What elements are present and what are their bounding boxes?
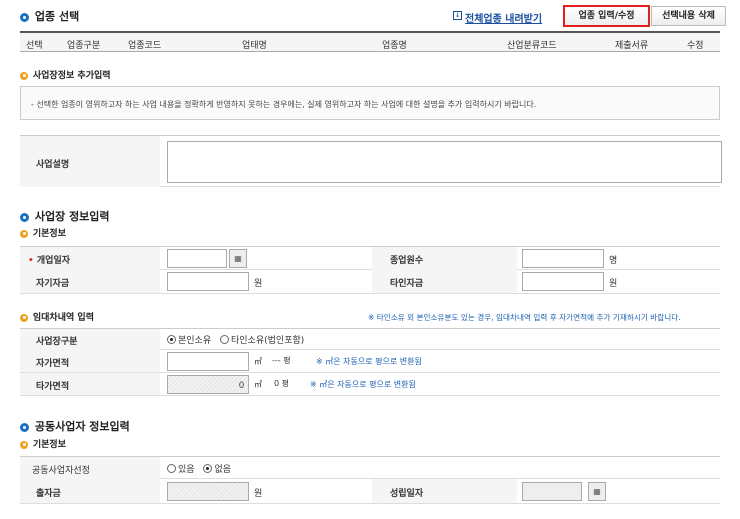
col-industry-code: 업종코드 <box>128 41 162 51</box>
radio-yes[interactable] <box>167 464 176 473</box>
joint-basic-title: 기본정보 <box>32 440 66 450</box>
subsection-bullet-icon <box>20 313 28 322</box>
other-area-label: 타가면적 <box>36 382 70 392</box>
established-date-label: 성립일자 <box>390 489 424 499</box>
own-area-input[interactable] <box>167 352 249 371</box>
other-funds-label: 타인자금 <box>390 279 424 289</box>
additional-title: 사업장정보 추가입력 <box>32 71 111 81</box>
investment-label: 출자금 <box>36 489 61 499</box>
industry-edit-button[interactable]: 업종 입력/수정 <box>563 5 650 27</box>
business-basic-title: 기본정보 <box>32 229 66 239</box>
own-area-row: 자가면적 ㎡ --- 평 ※ ㎡은 자동으로 평으로 변환됨 <box>20 350 720 373</box>
open-date-input[interactable] <box>167 249 227 268</box>
joint-radio-group: 있음 없음 <box>167 462 237 475</box>
radio-no[interactable] <box>203 464 213 473</box>
joint-select-label: 공동사업자선정 <box>32 466 90 476</box>
business-type-radio-group: 본인소유 타인소유(법인포함) <box>167 333 310 346</box>
col-business-type: 업태명 <box>242 41 267 51</box>
business-section-header: 사업장 정보입력 <box>20 208 110 224</box>
own-area-unit: ㎡ <box>254 357 262 366</box>
section-bullet-icon <box>20 213 29 222</box>
calendar-icon[interactable]: ▦ <box>229 249 247 268</box>
calendar-icon[interactable]: ▦ <box>588 482 606 501</box>
business-description-label: 사업설명 <box>36 160 70 170</box>
section-bullet-icon <box>20 13 29 22</box>
col-classification-code: 산업분류코드 <box>507 41 557 51</box>
section-bullet-icon <box>20 423 29 432</box>
joint-basic-header: 기본정보 <box>20 437 66 450</box>
business-type-row: 사업장구분 본인소유 타인소유(법인포함) <box>20 328 720 350</box>
additional-note: - 선택한 업종이 영위하고자 하는 사업 내용을 정확하게 반영하지 못하는 … <box>20 86 720 120</box>
lease-hint: ※ 타인소유 외 본인소유분도 있는 경우, 임대차내역 입력 후 자가면적에 … <box>368 313 681 322</box>
joint-title: 공동사업자 정보입력 <box>34 420 130 433</box>
investment-unit: 원 <box>254 489 263 499</box>
business-description-row: 사업설명 <box>20 135 722 187</box>
joint-select-row: 공동사업자선정 있음 없음 <box>20 456 720 479</box>
own-funds-unit: 원 <box>254 279 263 289</box>
other-area-unit: ㎡ <box>254 380 262 389</box>
col-select: 선택 <box>26 41 43 51</box>
other-funds-input[interactable] <box>522 272 604 291</box>
subsection-bullet-icon <box>20 71 28 80</box>
industry-table-header: 선택 업종구분 업종코드 업태명 업종명 산업분류코드 제출서류 수정 <box>20 31 720 52</box>
industry-title: 업종 선택 <box>34 10 80 23</box>
other-area-note: ※ ㎡은 자동으로 평으로 변환됨 <box>310 380 416 389</box>
col-industry-type: 업종구분 <box>67 41 101 51</box>
funds-row: 자기자금 원 타인자금 원 <box>20 270 720 294</box>
radio-own-label: 본인소유 <box>178 336 212 346</box>
other-funds-unit: 원 <box>609 279 618 289</box>
other-area-pyeong: 0 평 <box>274 379 289 388</box>
additional-section-header: 사업장정보 추가입력 <box>20 68 111 81</box>
investment-input <box>167 482 249 501</box>
own-area-pyeong: --- 평 <box>272 356 291 365</box>
employees-input[interactable] <box>522 249 604 268</box>
required-marker: • <box>28 256 34 266</box>
col-industry-name: 업종명 <box>382 41 407 51</box>
download-icon[interactable]: ↓ <box>453 11 462 20</box>
business-title: 사업장 정보입력 <box>34 210 110 223</box>
radio-other-label: 타인소유(법인포함) <box>231 336 305 346</box>
delete-selection-button[interactable]: 선택내용 삭제 <box>651 6 726 26</box>
established-date-input <box>522 482 582 501</box>
col-edit: 수정 <box>687 41 704 51</box>
open-date-label: • 개업일자 <box>28 256 71 266</box>
radio-yes-label: 있음 <box>178 465 195 475</box>
own-funds-input[interactable] <box>167 272 249 291</box>
open-date-row: • 개업일자 ▦ 종업원수 명 <box>20 246 720 270</box>
other-area-row: 타가면적 ㎡ 0 평 ※ ㎡은 자동으로 평으로 변환됨 <box>20 373 720 396</box>
business-basic-header: 기본정보 <box>20 226 66 239</box>
col-documents: 제출서류 <box>615 41 649 51</box>
business-type-label: 사업장구분 <box>36 337 78 347</box>
radio-no-label: 없음 <box>214 465 231 475</box>
investment-row: 출자금 원 성립일자 ▦ <box>20 479 720 504</box>
employees-label: 종업원수 <box>390 256 424 266</box>
subsection-bullet-icon <box>20 229 28 238</box>
lease-title: 임대차내역 입력 <box>32 313 94 323</box>
download-all-industries-link[interactable]: 전체업종 내려받기 <box>465 10 542 25</box>
own-funds-label: 자기자금 <box>36 279 70 289</box>
joint-section-header: 공동사업자 정보입력 <box>20 418 130 434</box>
radio-own[interactable] <box>167 335 176 344</box>
own-area-label: 자가면적 <box>36 359 70 369</box>
lease-section-header: 임대차내역 입력 <box>20 310 94 323</box>
other-area-input <box>167 375 249 394</box>
radio-other[interactable] <box>220 335 229 344</box>
industry-section-header: 업종 선택 <box>20 8 79 24</box>
business-description-textarea[interactable] <box>167 141 722 183</box>
employees-unit: 명 <box>609 256 618 266</box>
own-area-note: ※ ㎡은 자동으로 평으로 변환됨 <box>316 357 422 366</box>
subsection-bullet-icon <box>20 440 28 449</box>
